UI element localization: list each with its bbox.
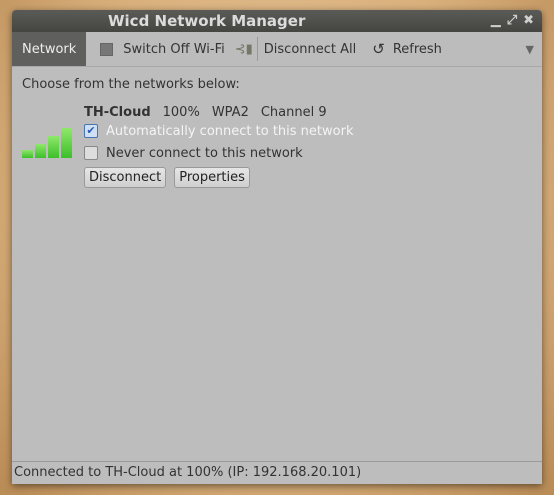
window-title: Wicd Network Manager bbox=[108, 12, 306, 30]
never-connect-checkbox[interactable]: Never connect to this network bbox=[84, 142, 353, 164]
network-channel: Channel 9 bbox=[260, 104, 327, 120]
auto-connect-label: Automatically connect to this network bbox=[106, 123, 354, 139]
auto-connect-checkbox[interactable]: ✔ Automatically connect to this network bbox=[84, 120, 353, 142]
disconnect-button[interactable]: Disconnect bbox=[84, 166, 167, 188]
never-connect-label: Never connect to this network bbox=[106, 145, 303, 161]
refresh-button[interactable]: ↺ Refresh bbox=[364, 32, 450, 66]
toolbar: Network Switch Off Wi-Fi ⊰▮ Disconnect Al… bbox=[12, 32, 542, 67]
network-button[interactable]: Network bbox=[12, 32, 87, 66]
network-strength: 100% bbox=[162, 104, 200, 120]
title-bar[interactable]: Wicd Network Manager ▁ ⤢ ✖ bbox=[12, 10, 542, 32]
prompt: Choose from the networks below: bbox=[22, 77, 240, 92]
minimize-icon[interactable]: ▁ bbox=[491, 10, 501, 32]
network-ssid: TH-Cloud bbox=[84, 104, 151, 120]
menu-button[interactable]: ▼ bbox=[518, 32, 542, 66]
refresh-label: Refresh bbox=[392, 41, 442, 57]
chevron-down-icon: ▼ bbox=[525, 42, 534, 56]
disconnect-all-label: Disconnect All bbox=[263, 41, 357, 57]
refresh-icon: ↺ bbox=[372, 40, 385, 58]
wifi-toggle-icon bbox=[100, 42, 114, 56]
maximize-icon[interactable]: ⤢ bbox=[507, 10, 517, 32]
status-bar: Connected to TH-Cloud at 100% (IP: 192.1… bbox=[12, 461, 542, 484]
signal-strength-icon bbox=[22, 126, 76, 158]
checkbox-unchecked-icon bbox=[84, 146, 98, 160]
switch-off-wifi-label: Switch Off Wi-Fi bbox=[123, 41, 225, 57]
properties-button[interactable]: Properties bbox=[174, 166, 250, 188]
switch-off-wifi-button[interactable]: Switch Off Wi-Fi bbox=[92, 32, 232, 66]
plug-icon: ⊰▮ bbox=[234, 41, 253, 57]
network-encryption: WPA2 bbox=[211, 104, 249, 120]
close-icon[interactable]: ✖ bbox=[523, 10, 534, 32]
separator bbox=[256, 37, 258, 61]
network-label: Network bbox=[22, 41, 77, 57]
wicd-window: Wicd Network Manager ▁ ⤢ ✖ Network Switc… bbox=[12, 10, 542, 484]
checkbox-checked-icon: ✔ bbox=[84, 124, 98, 138]
disconnect-all-button[interactable]: ⊰▮ Disconnect All bbox=[233, 32, 365, 66]
network-entry: TH-Cloud 100% WPA2 Channel 9 ✔ Automatic… bbox=[22, 104, 532, 190]
